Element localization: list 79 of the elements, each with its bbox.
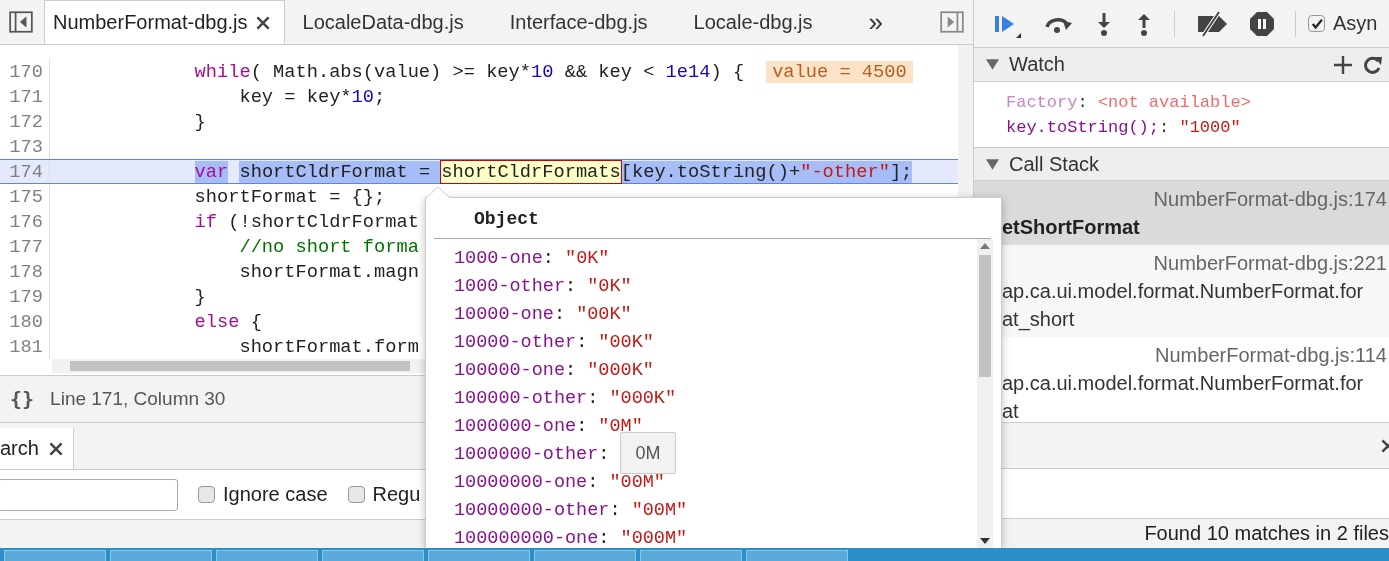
section-header[interactable]: Call Stack <box>974 147 1389 181</box>
object-property: 100000-one: "000K" <box>454 359 654 383</box>
section-header[interactable]: Watch <box>974 48 1389 82</box>
section-title: Call Stack <box>1009 152 1100 176</box>
code-line: shortFormat.magn <box>238 260 419 283</box>
scroll-up-icon[interactable] <box>980 243 990 249</box>
section-title: Watch <box>1009 53 1065 76</box>
panel-toggle-icon[interactable] <box>939 9 965 35</box>
checkbox-option[interactable]: Regu <box>347 483 421 506</box>
code-line: } <box>193 110 206 133</box>
code-line: shortFormat = {}; <box>193 185 386 208</box>
frame-name: etShortFormat <box>1002 215 1141 240</box>
line-number: 180 <box>0 309 50 334</box>
line-number: 170 <box>0 59 50 84</box>
code-line: else { <box>193 310 262 333</box>
watch-expression: Factory: <not available> <box>1006 92 1252 114</box>
expand-triangle-icon[interactable] <box>986 58 999 71</box>
frame-name: ap.ca.ui.model.format.NumberFormat.for <box>1002 279 1365 304</box>
frame-name: at <box>1002 399 1020 422</box>
line-number: 178 <box>0 259 50 284</box>
object-property: 10000-other: "00K" <box>454 331 654 355</box>
object-property: 100000-other: "000K" <box>454 387 677 411</box>
line-number: 176 <box>0 209 50 234</box>
tabs-overflow-button[interactable]: » <box>858 0 894 44</box>
tooltip: 0M <box>620 432 676 474</box>
code-line: shortFormat.form <box>238 335 419 358</box>
code-line: if (!shortCldrFormat <box>193 210 419 233</box>
frame-location: NumberFormat-dbg.js:114 <box>1155 343 1387 368</box>
drawer-tab[interactable]: arch <box>0 428 74 469</box>
deactivate-breakpoints-icon[interactable] <box>1195 10 1229 37</box>
search-result-summary: Found 10 matches in 2 files <box>1144 522 1389 545</box>
frame-location: NumberFormat-dbg.js:221 <box>1153 251 1387 276</box>
checkbox-option[interactable]: Ignore case <box>198 483 328 506</box>
line-number: 171 <box>0 84 50 109</box>
code-line: key = key*10; <box>238 85 386 108</box>
object-property: 1000-one: "0K" <box>454 247 610 271</box>
inline-value: value = 4500 <box>766 60 913 83</box>
editor-tab[interactable]: LocaleData-dbg.js <box>294 0 478 44</box>
editor-tab[interactable]: Interface-dbg.js <box>501 0 662 44</box>
line-number: 177 <box>0 234 50 259</box>
close-icon[interactable] <box>48 441 63 456</box>
pretty-print-button[interactable]: {} <box>10 387 35 411</box>
checkbox[interactable] <box>347 486 365 503</box>
call-frame[interactable]: NumberFormat-dbg.js:174 etShortFormat <box>974 181 1389 245</box>
frame-name: at_short <box>1002 307 1076 333</box>
object-property: 10000000-other: "00M" <box>454 499 688 523</box>
line-number: 181 <box>0 334 50 359</box>
object-property: 1000000-other: <box>454 443 610 467</box>
frame-location: NumberFormat-dbg.js:174 <box>1153 187 1387 212</box>
panel-toggle-icon[interactable] <box>8 9 34 35</box>
code-line: while( Math.abs(value) >= key*10 && key < 1e14) { <box>193 60 745 83</box>
refresh-icon[interactable] <box>1363 54 1383 75</box>
object-property: 10000-one: "00K" <box>454 303 632 327</box>
popover-title: Object <box>434 198 991 239</box>
add-icon[interactable] <box>1333 54 1353 75</box>
expand-triangle-icon[interactable] <box>986 157 999 171</box>
vertical-scrollbar[interactable] <box>977 239 993 548</box>
search-field[interactable] <box>0 478 178 511</box>
async-checkbox[interactable]: Asyn <box>1308 12 1378 35</box>
frame-name: ap.ca.ui.model.format.NumberFormat.for <box>1002 371 1365 396</box>
watch-expression: key.toString();: "1000" <box>1006 117 1242 139</box>
editor-tab[interactable]: Locale-dbg.js <box>685 0 827 44</box>
code-line: } <box>193 285 206 308</box>
object-property: 10000000-one: "00M" <box>454 471 665 495</box>
close-icon[interactable] <box>255 15 270 30</box>
scroll-down-icon[interactable] <box>980 538 990 544</box>
checkbox[interactable] <box>198 486 215 503</box>
editor-tab[interactable]: NumberFormat-dbg.js <box>44 0 285 44</box>
line-number: 174 <box>0 160 50 183</box>
line-number: 179 <box>0 284 50 309</box>
object-property: 1000-other: "0K" <box>454 275 632 299</box>
cursor-position: Line 171, Column 30 <box>50 388 226 410</box>
checkbox[interactable] <box>1308 15 1325 32</box>
code-line: var shortCldrFormat = shortCldrFormats[key.toString()+"-other"]; <box>193 160 913 183</box>
line-number: 172 <box>0 109 50 134</box>
pause-icon[interactable] <box>1249 10 1275 37</box>
code-line: //no short forma <box>238 235 419 258</box>
line-number: 175 <box>0 184 50 209</box>
object-property: 100000000-one: "000M" <box>454 527 688 548</box>
